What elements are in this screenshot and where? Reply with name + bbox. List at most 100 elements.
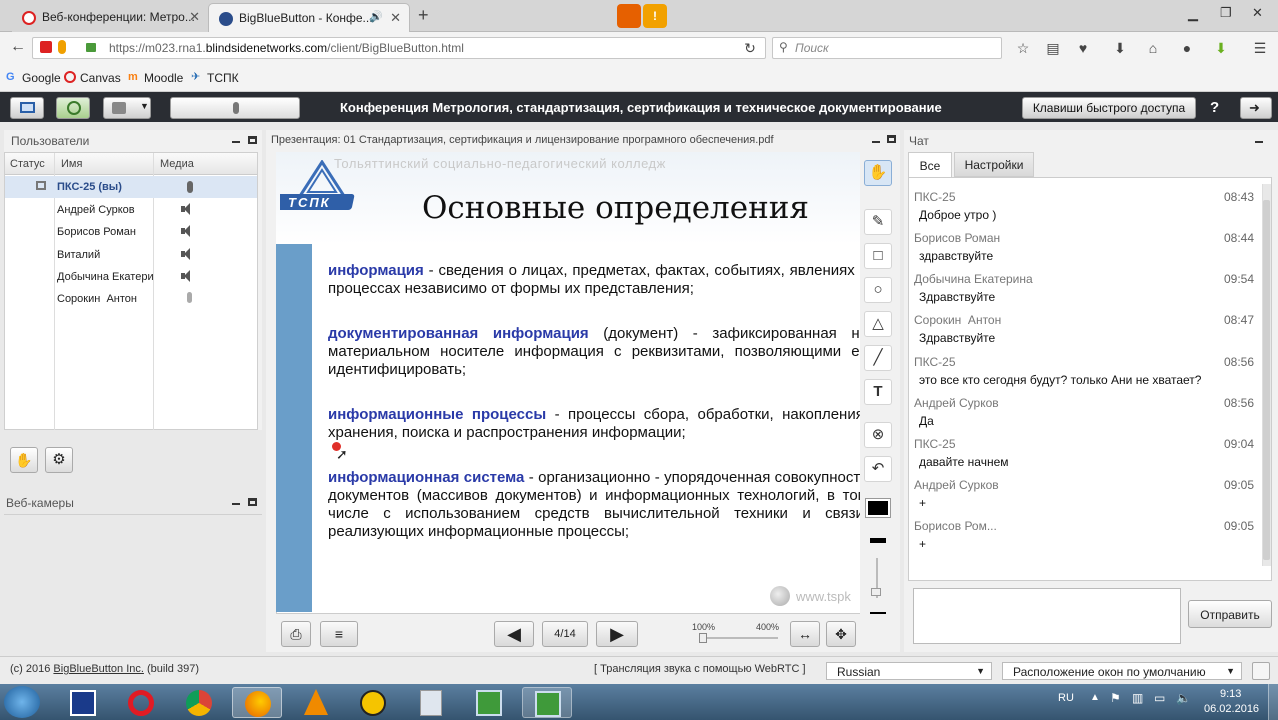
browser-tab-bigbluebutton[interactable]: BigBlueButton - Конфе... 🔊 ✕ [208, 3, 410, 32]
bookmark-google[interactable]: G Google [6, 71, 61, 85]
tray-battery-icon[interactable]: ▭ [1154, 691, 1165, 705]
maximize-panel-button[interactable] [248, 498, 257, 506]
address-bar[interactable]: https://m023.rna1.blindsidenetworks.com/… [32, 37, 766, 59]
rectangle-tool[interactable]: □ [864, 243, 892, 269]
webcam-button[interactable]: ▼ [103, 97, 151, 119]
shortcuts-button[interactable]: Клавиши быстрого доступа [1022, 97, 1196, 119]
clock-date[interactable]: 06.02.2016 [1204, 703, 1259, 715]
presenter-options-button[interactable]: ≡ [320, 621, 358, 647]
previous-slide-button[interactable]: ◀ [494, 621, 534, 647]
chat-input[interactable] [913, 588, 1181, 644]
bookmark-star-icon[interactable]: ☆ [1015, 40, 1031, 56]
chat-bubble-icon[interactable]: ● [1179, 40, 1195, 56]
chat-scrollbar-thumb[interactable] [1263, 200, 1270, 560]
headset-icon [67, 101, 81, 115]
close-icon[interactable]: ✕ [189, 9, 200, 25]
taskbar-firefox[interactable] [232, 687, 282, 718]
bbb-link[interactable]: BigBlueButton Inc. [53, 663, 144, 675]
text-tool[interactable]: T [864, 379, 892, 405]
conference-title: Конференция Метрология, стандартизация, … [340, 100, 942, 115]
close-icon[interactable]: ✕ [390, 10, 401, 26]
browser-tab-conferences[interactable]: Веб-конференции: Метро... ✕ [12, 3, 208, 32]
pan-hand-tool[interactable]: ✋ [864, 160, 892, 186]
language-select[interactable]: Russian ▼ [826, 662, 992, 680]
close-window-button[interactable]: ✕ [1252, 5, 1263, 21]
layout-apply-button[interactable] [1252, 662, 1270, 680]
mic-permission-icon[interactable] [58, 40, 66, 54]
microphone-icon[interactable]: ! [643, 4, 667, 28]
slide[interactable]: Тольяттинский социально-педагогический к… [276, 152, 860, 612]
taskbar-vlc[interactable] [290, 687, 340, 718]
tray-flag-icon[interactable]: ⚑ [1110, 691, 1121, 705]
clear-tool[interactable]: ⊗ [864, 422, 892, 448]
raise-hand-button[interactable]: ✋ [10, 447, 38, 473]
back-button[interactable]: ← [10, 39, 26, 55]
bookmark-moodle[interactable]: m Moodle [128, 71, 183, 85]
bookmark-canvas[interactable]: Canvas [64, 71, 121, 85]
reload-icon[interactable]: ↻ [742, 40, 758, 56]
menu-icon[interactable]: ☰ [1252, 40, 1268, 56]
tray-network-icon[interactable]: ▥ [1132, 691, 1143, 705]
new-tab-button[interactable]: + [418, 5, 429, 26]
share-desktop-button[interactable] [10, 97, 44, 119]
zoom-slider-thumb[interactable] [699, 633, 707, 643]
color-picker[interactable] [865, 498, 891, 518]
maximize-panel-button[interactable] [248, 136, 257, 144]
undo-tool[interactable]: ↶ [864, 456, 892, 482]
taskbar-camtasia-1[interactable] [464, 687, 514, 718]
download-icon[interactable]: ⬇ [1112, 40, 1128, 56]
layout-select[interactable]: Расположение окон по умолчанию ▼ [1002, 662, 1242, 680]
column-name[interactable]: Имя [61, 158, 82, 170]
pocket-icon[interactable]: ♥ [1075, 40, 1091, 56]
camera-permission-icon[interactable] [40, 41, 52, 53]
audio-headset-button[interactable] [56, 97, 90, 119]
column-media[interactable]: Медиа [160, 158, 194, 170]
thickness-handle[interactable] [871, 588, 881, 596]
taskbar-chrome[interactable] [174, 687, 224, 718]
taskbar-camtasia-2[interactable] [522, 687, 572, 718]
help-button[interactable]: ? [1210, 99, 1219, 116]
minimize-window-button[interactable]: ▁ [1188, 6, 1198, 22]
minimize-panel-button[interactable] [1255, 141, 1263, 143]
pencil-tool[interactable]: ✎ [864, 209, 892, 235]
home-icon[interactable]: ⌂ [1145, 40, 1161, 56]
send-button[interactable]: Отправить [1188, 600, 1272, 628]
chat-tab-settings[interactable]: Настройки [954, 152, 1034, 177]
restore-window-button[interactable]: ❐ [1220, 5, 1232, 21]
taskbar-calculator[interactable] [406, 687, 456, 718]
taskbar-app-triangle[interactable] [348, 687, 398, 718]
triangle-tool[interactable]: △ [864, 311, 892, 337]
zoom-slider-track[interactable] [702, 637, 778, 639]
taskbar-calendar-app[interactable] [58, 687, 108, 718]
lock-icon[interactable] [86, 43, 96, 52]
next-slide-button[interactable]: ▶ [596, 621, 638, 647]
clock-time[interactable]: 9:13 [1220, 688, 1241, 700]
minimize-panel-button[interactable] [872, 141, 880, 143]
minimize-panel-button[interactable] [232, 503, 240, 505]
show-desktop-button[interactable] [1268, 684, 1278, 720]
settings-gear-button[interactable]: ⚙ [45, 447, 73, 473]
start-button[interactable] [4, 686, 40, 718]
column-status[interactable]: Статус [10, 158, 45, 170]
bookmark-tspk[interactable]: ✈ ТСПК [191, 71, 239, 85]
search-input[interactable]: Поиск [772, 37, 1002, 59]
user-row[interactable] [5, 242, 257, 264]
tray-show-hidden-icon[interactable]: ▲ [1090, 692, 1100, 703]
logout-button[interactable]: ➜ [1240, 97, 1272, 119]
line-tool[interactable]: ╱ [864, 345, 892, 371]
addon-icon[interactable]: ⬇ [1213, 40, 1229, 56]
ellipse-tool[interactable]: ○ [864, 277, 892, 303]
maximize-panel-button[interactable] [887, 135, 896, 143]
upload-presentation-button[interactable]: ⎙ [281, 621, 311, 647]
chat-tab-all[interactable]: Все [908, 152, 952, 178]
taskbar-opera[interactable] [116, 687, 166, 718]
firefox-icon[interactable] [617, 4, 641, 28]
minimize-panel-button[interactable] [232, 141, 240, 143]
fit-width-button[interactable]: ↔ [790, 621, 820, 647]
definition-term: информационные процессы [328, 406, 547, 423]
slide-counter-button[interactable]: 4/14 [542, 621, 588, 647]
input-language[interactable]: RU [1058, 692, 1074, 704]
tray-volume-icon[interactable]: 🔈 [1176, 691, 1191, 705]
fit-page-button[interactable]: ✥ [826, 621, 856, 647]
reading-list-icon[interactable]: ▤ [1045, 40, 1061, 56]
